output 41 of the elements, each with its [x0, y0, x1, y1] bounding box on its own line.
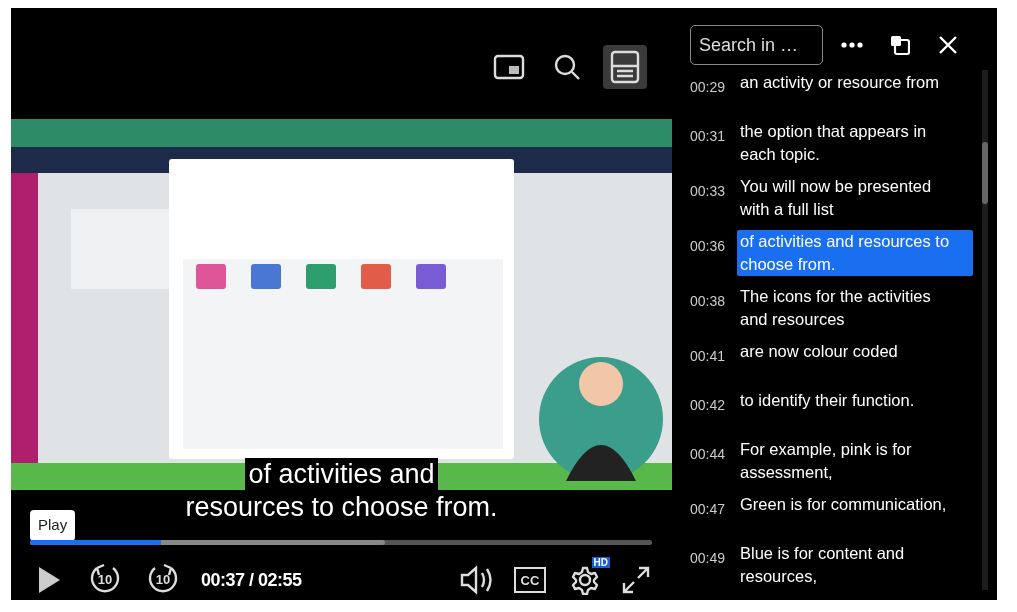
transcript-line[interactable]: are now colour coded: [737, 340, 973, 363]
fullscreen-button[interactable]: [620, 564, 652, 596]
play-icon: [37, 565, 61, 595]
search-icon: [553, 52, 581, 81]
transcript-icon: [610, 49, 640, 84]
transcript-line[interactable]: You will now be presented with a full list: [737, 175, 973, 221]
timestamp: 00:42: [690, 396, 727, 415]
picture-in-picture-icon: [493, 52, 525, 81]
timestamp: 00:29: [690, 78, 727, 97]
captions-button[interactable]: CC: [514, 567, 546, 593]
transcript-line[interactable]: Blue is for content and resources,: [737, 542, 973, 588]
hd-badge: HD: [591, 557, 610, 568]
transcript-line[interactable]: The icons for the activities and resources: [737, 285, 973, 331]
more-icon: [841, 42, 863, 48]
scrollbar-thumb[interactable]: [982, 142, 988, 204]
fullscreen-icon: [621, 565, 651, 595]
transcript-button[interactable]: [603, 44, 647, 89]
timestamp: 00:31: [690, 127, 727, 146]
timestamp: 00:36: [690, 237, 727, 256]
timestamp: 00:41: [690, 347, 727, 366]
settings-icon: [570, 565, 600, 595]
skip-forward-button[interactable]: 10: [145, 562, 181, 598]
volume-icon: [459, 565, 495, 595]
progress-track[interactable]: [30, 540, 652, 545]
timestamp: 00:33: [690, 182, 727, 201]
transcript-search-field[interactable]: Search in …: [690, 25, 823, 65]
transcript-line[interactable]: an activity or resource from: [737, 71, 973, 94]
timestamp: 00:38: [690, 292, 727, 311]
transcript-line[interactable]: Green is for communication,: [737, 493, 973, 516]
overlapping-squares-icon: [890, 35, 910, 55]
timestamp: 00:49: [690, 549, 727, 568]
tooltip: Play: [30, 510, 76, 541]
transcript-line[interactable]: the option that appears in each topic.: [737, 120, 973, 166]
close-icon: [938, 35, 958, 55]
skip-back-button[interactable]: 10: [87, 562, 123, 598]
timestamp: 00:44: [690, 445, 727, 464]
timestamp: 00:47: [690, 500, 727, 519]
scrollbar[interactable]: [982, 70, 988, 590]
time-display: 00:37 / 02:55: [201, 568, 302, 592]
transcript-line[interactable]: For example, pink is for assessment,: [737, 438, 973, 484]
transcript-line[interactable]: to identify their function.: [737, 389, 973, 412]
